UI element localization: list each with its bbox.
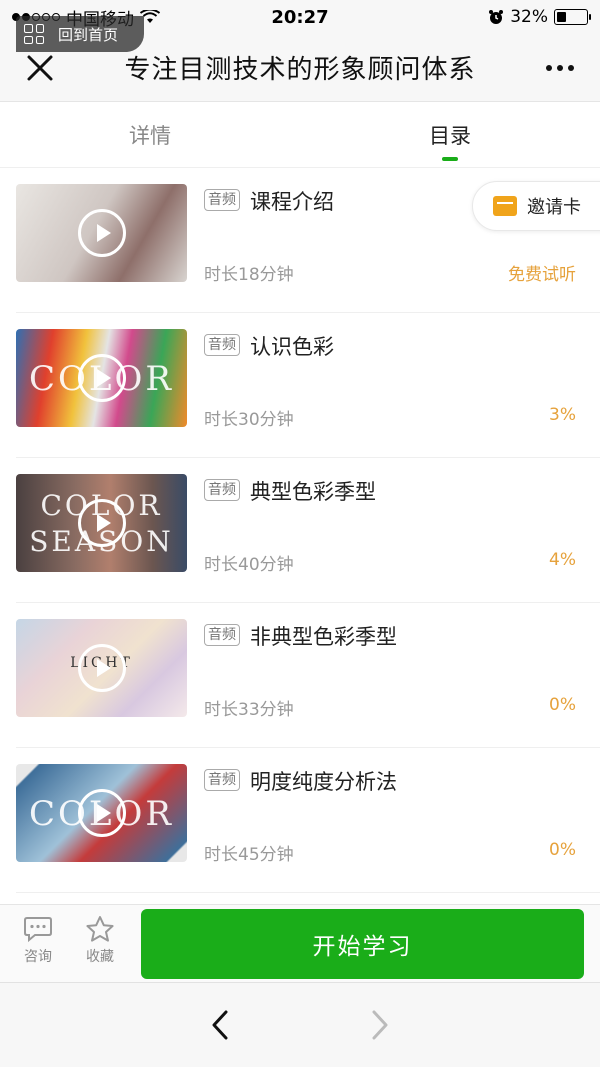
play-icon[interactable]	[77, 209, 126, 257]
lesson-item[interactable]: COLOR 音频 明度纯度分析法 时长45分钟 0%	[0, 748, 600, 893]
play-icon[interactable]	[77, 644, 126, 692]
audio-badge: 音频	[204, 334, 240, 356]
more-dot-icon	[557, 64, 563, 71]
audio-badge: 音频	[204, 189, 240, 211]
consult-label: 咨询	[24, 949, 52, 965]
battery-icon	[554, 9, 591, 25]
lesson-duration: 时长33分钟	[204, 700, 294, 720]
lesson-progress: 0%	[549, 695, 576, 715]
lesson-title: 认识色彩	[250, 335, 334, 359]
page-title: 专注目测技术的形象顾问体系	[124, 55, 476, 85]
battery-percent: 32%	[510, 7, 548, 27]
back-to-home-label: 回到首页	[58, 25, 119, 44]
lesson-duration: 时长40分钟	[204, 555, 294, 575]
tab-catalog[interactable]: 目录	[300, 102, 600, 167]
more-button[interactable]	[520, 34, 600, 102]
chevron-left-icon	[212, 1010, 228, 1040]
divider	[16, 892, 600, 893]
back-to-home-button[interactable]: 回到首页	[16, 16, 144, 52]
lesson-title: 非典型色彩季型	[250, 625, 397, 649]
tab-details[interactable]: 详情	[0, 102, 300, 167]
chat-icon	[24, 917, 52, 943]
envelope-icon	[493, 196, 517, 216]
tab-bar: 详情 目录	[0, 102, 600, 168]
lesson-progress: 3%	[549, 405, 576, 425]
audio-badge: 音频	[204, 479, 240, 501]
lesson-thumbnail[interactable]: COLOR	[16, 329, 187, 427]
lesson-title: 典型色彩季型	[250, 480, 376, 504]
lesson-item[interactable]: COLOR SEASON 音频 典型色彩季型 时长40分钟 4%	[0, 458, 600, 603]
lesson-thumbnail[interactable]	[16, 184, 187, 282]
lesson-thumbnail[interactable]: LIGHT	[16, 619, 187, 717]
lesson-title: 明度纯度分析法	[250, 770, 397, 794]
close-icon	[27, 55, 53, 80]
lesson-progress: 4%	[549, 550, 576, 570]
invite-card-label: 邀请卡	[527, 197, 581, 218]
play-icon[interactable]	[77, 789, 126, 837]
grid-icon	[24, 24, 44, 44]
consult-button[interactable]: 咨询	[13, 915, 63, 966]
lesson-title: 课程介绍	[250, 190, 334, 214]
lesson-thumbnail[interactable]: COLOR SEASON	[16, 474, 187, 572]
alarm-icon	[489, 10, 504, 24]
chevron-right-icon	[372, 1010, 388, 1040]
lesson-duration: 时长18分钟	[204, 265, 294, 285]
lesson-progress: 0%	[549, 840, 576, 860]
lesson-thumbnail[interactable]: COLOR	[16, 764, 187, 862]
favorite-button[interactable]: 收藏	[75, 915, 125, 966]
status-right: 32%	[488, 7, 591, 27]
lesson-duration: 时长30分钟	[204, 410, 294, 430]
lesson-status: 免费试听	[508, 265, 576, 285]
play-icon[interactable]	[77, 499, 126, 547]
lesson-duration: 时长45分钟	[204, 845, 294, 865]
play-icon[interactable]	[77, 354, 126, 402]
lesson-item[interactable]: LIGHT 音频 非典型色彩季型 时长33分钟 0%	[0, 603, 600, 748]
more-dot-icon	[546, 64, 552, 71]
start-learning-button[interactable]: 开始学习	[141, 909, 584, 979]
forward-button[interactable]	[360, 1005, 400, 1045]
audio-badge: 音频	[204, 769, 240, 791]
more-dot-icon	[568, 64, 574, 71]
back-button[interactable]	[200, 1005, 240, 1045]
browser-nav-bar	[0, 982, 600, 1067]
bottom-action-bar: 咨询 收藏 开始学习	[0, 904, 600, 982]
audio-badge: 音频	[204, 624, 240, 646]
lesson-list: 音频 课程介绍 时长18分钟 免费试听 COLOR 音频 认识色彩 时长30分钟…	[0, 168, 600, 904]
invite-card-button[interactable]: 邀请卡	[472, 181, 600, 231]
lesson-item[interactable]: COLOR 音频 认识色彩 时长30分钟 3%	[0, 313, 600, 458]
favorite-label: 收藏	[86, 949, 114, 965]
star-icon	[86, 916, 114, 942]
